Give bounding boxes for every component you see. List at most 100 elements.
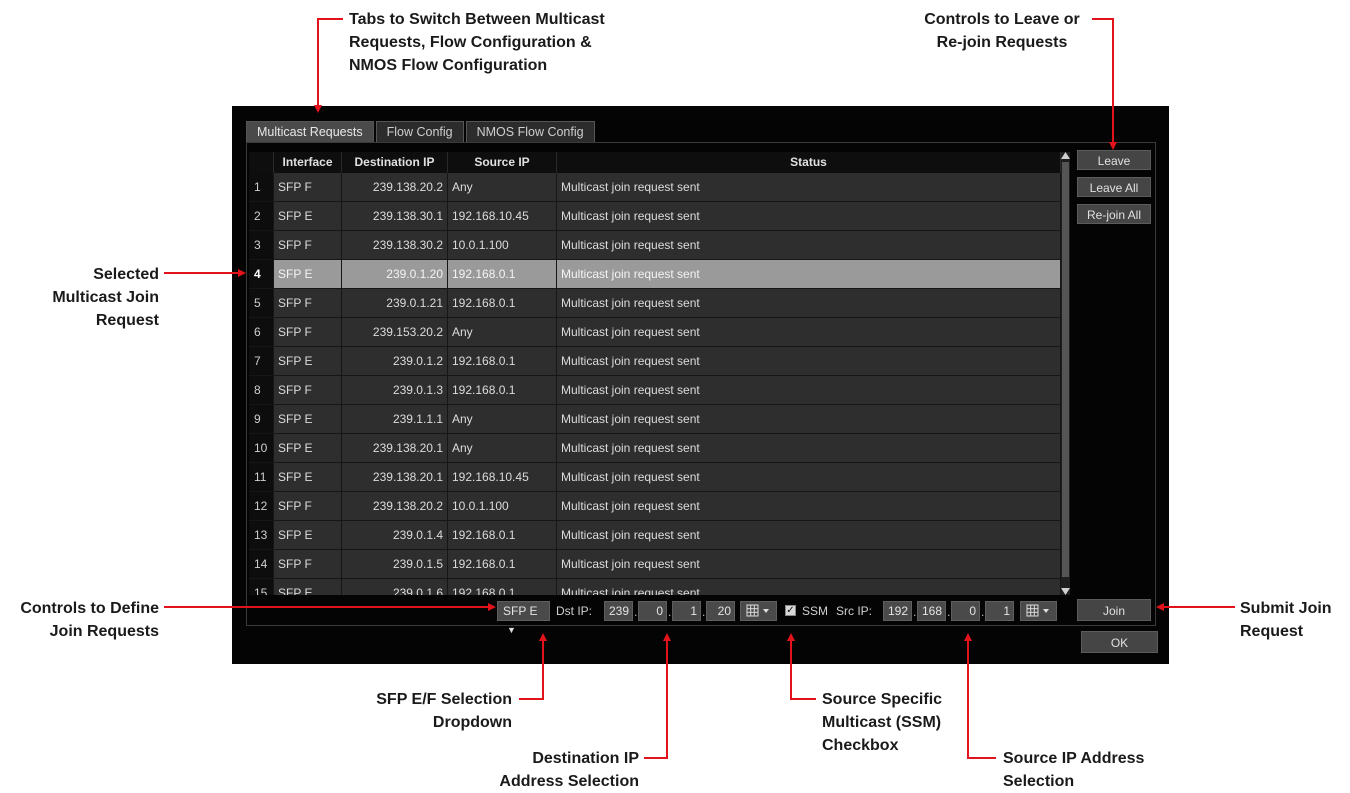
dst-ip-octet-3[interactable]: 1 [672,601,701,621]
table-row[interactable]: 3 SFP F 239.138.30.2 10.0.1.100 Multicast jo… [249,231,1061,260]
table-row[interactable]: 10 SFP E 239.138.20.1 Any Multicast join req… [249,434,1061,463]
row-status: Multicast join request sent [557,347,1061,376]
row-status: Multicast join request sent [557,260,1061,289]
row-number: 4 [249,260,274,289]
dst-ip-label: Dst IP: [556,604,593,618]
row-destination-ip: 239.1.1.1 [342,405,448,434]
row-destination-ip: 239.0.1.3 [342,376,448,405]
tab-bar: Multicast Requests Flow Config NMOS Flow… [246,121,597,142]
header-status[interactable]: Status [557,152,1061,173]
row-destination-ip: 239.0.1.6 [342,579,448,595]
scroll-down-icon[interactable] [1061,588,1070,595]
row-status: Multicast join request sent [557,405,1061,434]
row-source-ip: Any [448,173,557,202]
dst-ip-preset-button[interactable] [740,601,777,621]
row-status: Multicast join request sent [557,202,1061,231]
row-status: Multicast join request sent [557,521,1061,550]
row-number: 7 [249,347,274,376]
row-destination-ip: 239.0.1.20 [342,260,448,289]
join-button[interactable]: Join [1077,599,1151,621]
table-row[interactable]: 1 SFP F 239.138.20.2 Any Multicast join requ… [249,173,1061,202]
table-row[interactable]: 14 SFP F 239.0.1.5 192.168.0.1 Multicast joi… [249,550,1061,579]
row-number: 12 [249,492,274,521]
row-number: 13 [249,521,274,550]
row-interface: SFP F [274,376,342,405]
row-source-ip: 192.168.0.1 [448,289,557,318]
header-interface[interactable]: Interface [274,152,342,173]
row-destination-ip: 239.0.1.21 [342,289,448,318]
table-row[interactable]: 11 SFP E 239.138.20.1 192.168.10.45 Multicas… [249,463,1061,492]
row-destination-ip: 239.0.1.4 [342,521,448,550]
dst-ip-octet-4[interactable]: 20 [706,601,735,621]
row-number: 8 [249,376,274,405]
row-interface: SFP E [274,579,342,595]
row-destination-ip: 239.0.1.2 [342,347,448,376]
callout-leave-controls: Controls to Leave or Re-join Requests [924,11,1080,51]
row-number: 11 [249,463,274,492]
rejoin-all-button[interactable]: Re-join All [1077,204,1151,224]
row-number: 10 [249,434,274,463]
row-status: Multicast join request sent [557,289,1061,318]
ssm-checkbox[interactable]: ✓ [785,605,796,616]
table-row[interactable]: 7 SFP E 239.0.1.2 192.168.0.1 Multicast join… [249,347,1061,376]
row-destination-ip: 239.0.1.5 [342,550,448,579]
row-status: Multicast join request sent [557,376,1061,405]
chevron-down-icon: ▼ [507,625,516,635]
src-ip-octet-3[interactable]: 0 [951,601,980,621]
dst-ip-dot: . [634,605,638,619]
row-number: 1 [249,173,274,202]
scroll-thumb[interactable] [1062,162,1069,577]
interface-dropdown[interactable]: SFP E ▼ [497,601,550,635]
header-row-number [249,152,274,173]
row-destination-ip: 239.138.30.1 [342,202,448,231]
table-row[interactable]: 8 SFP F 239.0.1.3 192.168.0.1 Multicast join… [249,376,1061,405]
leave-all-button[interactable]: Leave All [1077,177,1151,197]
callout-submit-join: Submit Join Request [1240,600,1332,640]
table-row[interactable]: 15 SFP E 239.0.1.6 192.168.0.1 Multicast joi… [249,579,1061,595]
row-source-ip: 10.0.1.100 [448,231,557,260]
row-source-ip: 192.168.0.1 [448,376,557,405]
leave-button[interactable]: Leave [1077,150,1151,170]
tab-nmos-flow-config[interactable]: NMOS Flow Config [465,121,595,142]
scroll-up-icon[interactable] [1061,152,1070,159]
row-interface: SFP F [274,173,342,202]
callout-src-ip: Source IP Address Selection [1003,750,1145,790]
table-row[interactable]: 13 SFP E 239.0.1.4 192.168.0.1 Multicast joi… [249,521,1061,550]
header-source-ip[interactable]: Source IP [448,152,557,173]
row-source-ip: 192.168.0.1 [448,260,557,289]
dst-ip-octet-1[interactable]: 239 [604,601,633,621]
tab-flow-config[interactable]: Flow Config [375,121,464,142]
table-row[interactable]: 12 SFP F 239.138.20.2 10.0.1.100 Multicast j… [249,492,1061,521]
src-ip-preset-button[interactable] [1020,601,1057,621]
row-status: Multicast join request sent [557,492,1061,521]
row-source-ip: 192.168.10.45 [448,463,557,492]
row-source-ip: 10.0.1.100 [448,492,557,521]
header-destination-ip[interactable]: Destination IP [342,152,448,173]
src-ip-octet-1[interactable]: 192 [883,601,912,621]
row-status: Multicast join request sent [557,173,1061,202]
table-scrollbar[interactable] [1061,152,1070,595]
row-destination-ip: 239.153.20.2 [342,318,448,347]
row-interface: SFP E [274,434,342,463]
src-ip-octet-2[interactable]: 168 [917,601,946,621]
dst-ip-octet-2[interactable]: 0 [638,601,667,621]
table-row[interactable]: 6 SFP F 239.153.20.2 Any Multicast join requ… [249,318,1061,347]
row-destination-ip: 239.138.30.2 [342,231,448,260]
row-number: 9 [249,405,274,434]
tab-multicast-requests[interactable]: Multicast Requests [246,121,374,142]
table-row[interactable]: 9 SFP E 239.1.1.1 Any Multicast join request… [249,405,1061,434]
row-source-ip: 192.168.0.1 [448,347,557,376]
arrow-tabs [314,18,343,113]
table-row[interactable]: 4 SFP E 239.0.1.20 192.168.0.1 Multicast joi… [249,260,1061,289]
row-interface: SFP F [274,289,342,318]
src-ip-octet-4[interactable]: 1 [985,601,1014,621]
table-row[interactable]: 5 SFP F 239.0.1.21 192.168.0.1 Multicast joi… [249,289,1061,318]
row-status: Multicast join request sent [557,231,1061,260]
row-interface: SFP F [274,318,342,347]
row-destination-ip: 239.138.20.2 [342,173,448,202]
row-number: 3 [249,231,274,260]
row-number: 14 [249,550,274,579]
table-row[interactable]: 2 SFP E 239.138.30.1 192.168.10.45 Multicast… [249,202,1061,231]
ok-button[interactable]: OK [1081,631,1158,653]
row-number: 6 [249,318,274,347]
